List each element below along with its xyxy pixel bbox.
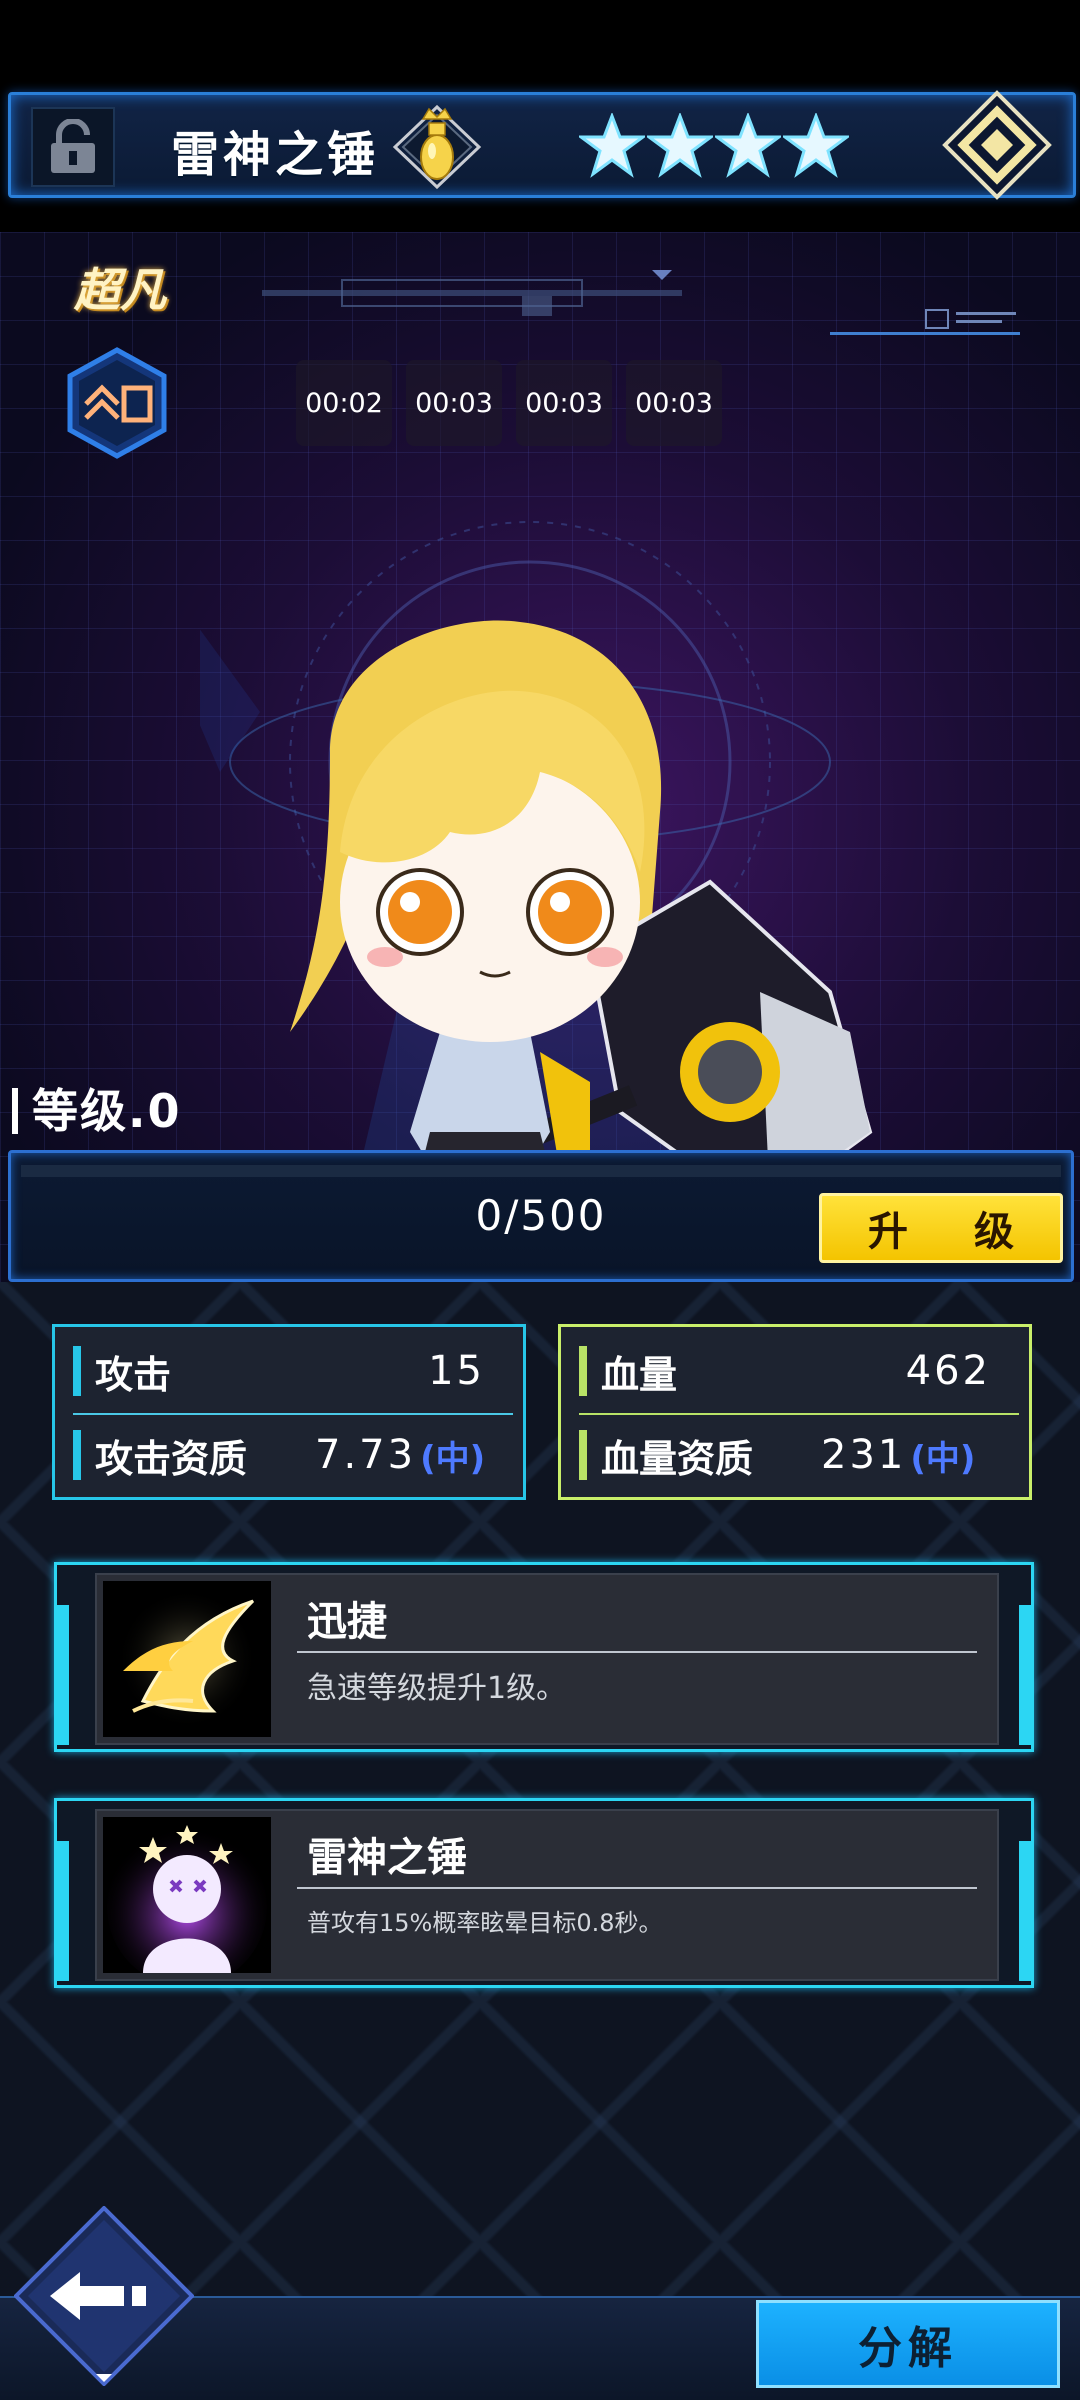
timer-slot: 00:03: [626, 360, 722, 446]
rarity-label: 超凡: [74, 263, 166, 317]
star-icon: [783, 113, 849, 178]
stat-marker: [73, 1346, 81, 1396]
timer-slot: 00:02: [296, 360, 392, 446]
hud-decoration: [830, 309, 1020, 335]
stat-marker: [579, 1430, 587, 1480]
divider: [297, 1887, 977, 1889]
stat-marker: [579, 1346, 587, 1396]
attack-aptitude-row: 攻击资质 7.73 (中): [73, 1425, 513, 1485]
hp-aptitude-grade: (中): [910, 1438, 976, 1479]
skill-content: 迅捷 急速等级提升1级。: [95, 1573, 999, 1745]
star-icon: [715, 113, 781, 178]
divider: [297, 1651, 977, 1653]
star-icon: [647, 113, 713, 178]
diamond-rank-icon: [942, 90, 1052, 200]
attack-aptitude-value: 7.73: [315, 1432, 417, 1478]
star-rating: [579, 113, 849, 181]
skill-card[interactable]: 迅捷 急速等级提升1级。: [54, 1562, 1034, 1752]
skill-description: 急速等级提升1级。: [307, 1671, 567, 1706]
rank-up-hex-icon[interactable]: [64, 346, 170, 460]
feather-wing-icon: [103, 1581, 271, 1737]
hp-aptitude-label: 血量资质: [601, 1436, 754, 1481]
hp-value: 462: [905, 1348, 991, 1394]
divider: [73, 1413, 513, 1415]
attack-stat-panel: 攻击 15 攻击资质 7.73 (中): [52, 1324, 526, 1500]
card-accent: [1019, 1841, 1031, 1981]
divider: [579, 1413, 1019, 1415]
skill-name: 迅捷: [307, 1599, 387, 1645]
lock-button[interactable]: [31, 107, 115, 187]
xp-progress-bar: [21, 1165, 1061, 1177]
weapon-detail-screen: 雷神之锤 超凡 00:02 00:03 00:03 00:03 等级.0 0/5…: [0, 0, 1080, 2400]
card-accent: [57, 1605, 69, 1745]
timer-slot: 00:03: [516, 360, 612, 446]
upgrade-button[interactable]: 升 级: [819, 1193, 1063, 1263]
decompose-button[interactable]: 分解: [756, 2300, 1060, 2388]
hp-stat-panel: 血量 462 血量资质 231 (中): [558, 1324, 1032, 1500]
back-button[interactable]: [14, 2206, 194, 2386]
skill-content: 雷神之锤 普攻有15%概率眩晕目标0.8秒。: [95, 1809, 999, 1981]
hp-row: 血量 462: [579, 1341, 1019, 1401]
hp-aptitude-row: 血量资质 231 (中): [579, 1425, 1019, 1485]
timer-slot: 00:03: [406, 360, 502, 446]
weapon-name: 雷神之锤: [171, 127, 380, 183]
lock-icon: [51, 119, 95, 173]
skill-description: 普攻有15%概率眩晕目标0.8秒。: [307, 1909, 663, 1937]
xp-panel: 0/500 升 级: [8, 1150, 1074, 1282]
star-icon: [579, 113, 645, 178]
attack-aptitude-grade: (中): [420, 1438, 486, 1479]
attack-aptitude-label: 攻击资质: [95, 1436, 248, 1481]
crown-emblem-icon: [392, 104, 482, 190]
attack-row: 攻击 15: [73, 1341, 513, 1401]
skill-name: 雷神之锤: [307, 1835, 467, 1881]
timer-list: 00:02 00:03 00:03 00:03: [296, 360, 722, 446]
hp-aptitude-value: 231: [821, 1432, 907, 1478]
stat-marker: [73, 1430, 81, 1480]
level-label: 等级.0: [12, 1088, 181, 1134]
weapon-silhouette-graphic: [262, 270, 682, 316]
attack-value: 15: [428, 1348, 485, 1394]
card-accent: [57, 1841, 69, 1981]
hp-label: 血量: [601, 1352, 678, 1397]
weapon-header: 雷神之锤: [8, 90, 1076, 200]
level-text: 等级.0: [32, 1084, 182, 1138]
card-accent: [1019, 1605, 1031, 1745]
stun-stars-icon: [103, 1817, 271, 1973]
attack-label: 攻击: [95, 1352, 172, 1397]
status-bar-area: [0, 0, 1080, 90]
skill-card[interactable]: 雷神之锤 普攻有15%概率眩晕目标0.8秒。: [54, 1798, 1034, 1988]
